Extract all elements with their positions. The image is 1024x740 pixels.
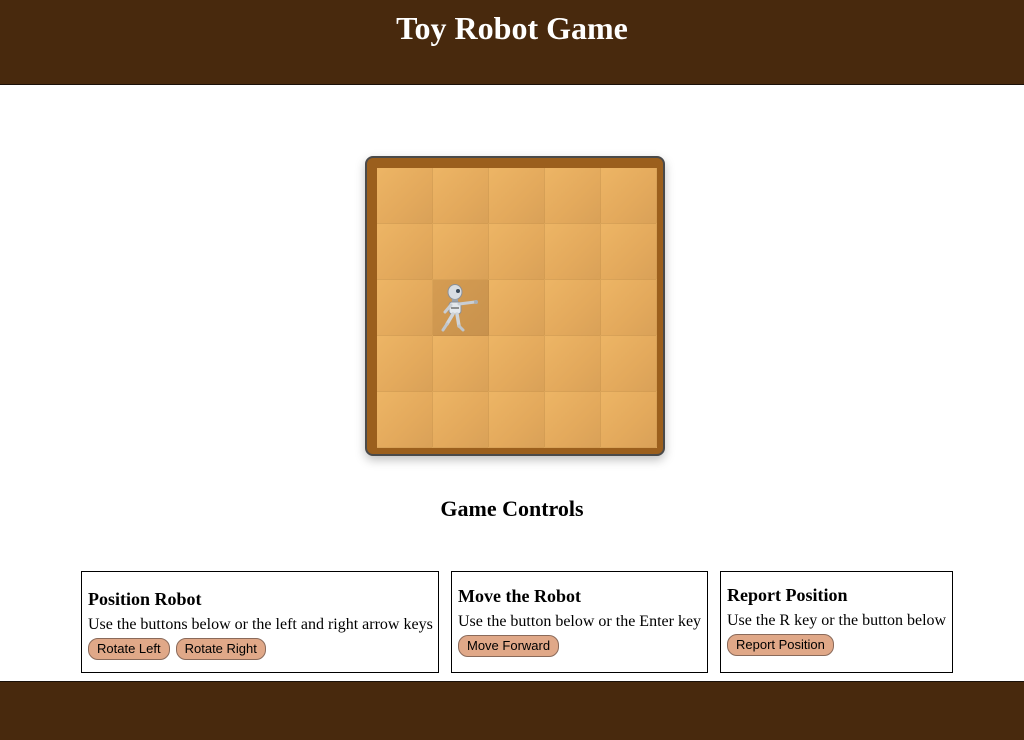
board-cell bbox=[377, 224, 433, 280]
game-board bbox=[365, 156, 665, 456]
board-cell bbox=[545, 168, 601, 224]
board-cell bbox=[489, 280, 545, 336]
board-cell bbox=[377, 168, 433, 224]
report-position-title: Report Position bbox=[727, 585, 848, 605]
board-cell bbox=[601, 392, 657, 448]
board-cell bbox=[433, 168, 489, 224]
board-cell bbox=[545, 336, 601, 392]
board-cell bbox=[601, 168, 657, 224]
board-cell bbox=[377, 392, 433, 448]
board-cell bbox=[489, 392, 545, 448]
board-cell bbox=[601, 280, 657, 336]
page-footer bbox=[0, 681, 1024, 740]
position-robot-panel: Position Robot Use the buttons below or … bbox=[81, 571, 439, 673]
board-cell bbox=[489, 168, 545, 224]
board-grid bbox=[377, 168, 657, 448]
report-position-button[interactable]: Report Position bbox=[727, 634, 834, 656]
board-cell-robot bbox=[433, 280, 489, 336]
page-header: Toy Robot Game bbox=[0, 0, 1024, 85]
robot-icon bbox=[441, 284, 478, 332]
rotate-left-button[interactable]: Rotate Left bbox=[88, 638, 170, 660]
board-cell bbox=[377, 336, 433, 392]
board-cell bbox=[601, 224, 657, 280]
controls-title: Game Controls bbox=[440, 496, 584, 521]
report-position-panel: Report Position Use the R key or the but… bbox=[720, 571, 953, 673]
rotate-right-button[interactable]: Rotate Right bbox=[175, 638, 266, 660]
page-title: Toy Robot Game bbox=[396, 10, 628, 46]
move-robot-title: Move the Robot bbox=[458, 586, 581, 606]
board-cell bbox=[489, 336, 545, 392]
board-cell bbox=[433, 392, 489, 448]
board-cell bbox=[433, 224, 489, 280]
board-cell bbox=[433, 336, 489, 392]
board-cell bbox=[545, 392, 601, 448]
report-position-description: Use the R key or the button below bbox=[727, 612, 947, 629]
board-cell bbox=[489, 224, 545, 280]
board-cell bbox=[545, 224, 601, 280]
move-forward-button[interactable]: Move Forward bbox=[458, 635, 560, 657]
board-cell bbox=[601, 336, 657, 392]
move-robot-panel: Move the Robot Use the button below or t… bbox=[451, 571, 708, 673]
board-cell bbox=[377, 280, 433, 336]
position-robot-title: Position Robot bbox=[88, 589, 202, 609]
position-robot-description: Use the buttons below or the left and ri… bbox=[88, 616, 433, 633]
move-robot-description: Use the button below or the Enter key bbox=[458, 613, 702, 630]
board-cell bbox=[545, 280, 601, 336]
